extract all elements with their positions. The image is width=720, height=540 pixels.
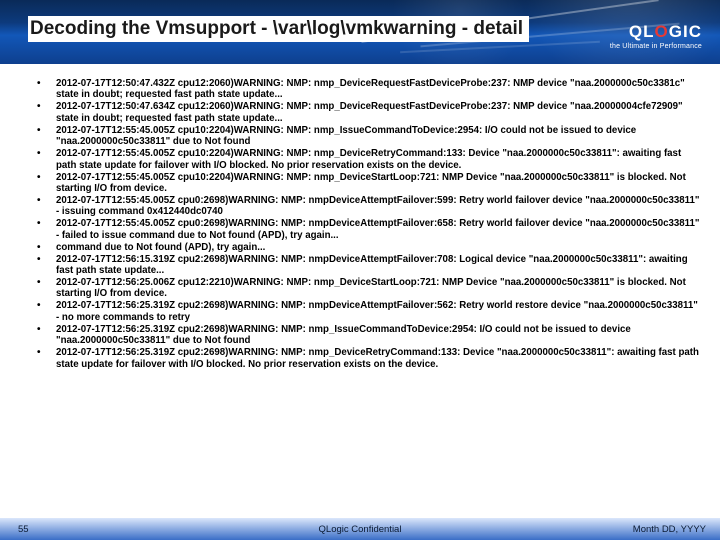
log-entry: 2012-07-17T12:56:25.006Z cpu12:2210)WARN… (30, 277, 702, 300)
log-entry: 2012-07-17T12:55:45.005Z cpu0:2698)WARNI… (30, 218, 702, 241)
log-entry: 2012-07-17T12:55:45.005Z cpu0:2698)WARNI… (30, 195, 702, 218)
logo-text-o: O (655, 22, 669, 41)
title-bar: Decoding the Vmsupport - \var\log\vmkwar… (0, 10, 720, 54)
log-list: 2012-07-17T12:50:47.432Z cpu12:2060)WARN… (30, 78, 702, 370)
log-entry: 2012-07-17T12:56:25.319Z cpu2:2698)WARNI… (30, 324, 702, 347)
log-entry: 2012-07-17T12:56:15.319Z cpu2:2698)WARNI… (30, 254, 702, 277)
log-entry: 2012-07-17T12:55:45.005Z cpu10:2204)WARN… (30, 172, 702, 195)
page-number: 55 (18, 524, 29, 535)
brand-logo: QLOGIC the Ultimate in Performance (610, 22, 702, 50)
logo-text-post: GIC (669, 22, 702, 41)
log-content: 2012-07-17T12:50:47.432Z cpu12:2060)WARN… (30, 78, 702, 506)
logo-text-pre: QL (629, 22, 655, 41)
log-entry: 2012-07-17T12:55:45.005Z cpu10:2204)WARN… (30, 125, 702, 148)
log-entry: 2012-07-17T12:50:47.432Z cpu12:2060)WARN… (30, 78, 702, 101)
page-title: Decoding the Vmsupport - \var\log\vmkwar… (28, 16, 529, 42)
log-entry: 2012-07-17T12:56:25.319Z cpu2:2698)WARNI… (30, 347, 702, 370)
log-entry: 2012-07-17T12:55:45.005Z cpu10:2204)WARN… (30, 148, 702, 171)
footer-bar: 55 QLogic Confidential Month DD, YYYY (0, 518, 720, 540)
log-entry: 2012-07-17T12:50:47.634Z cpu12:2060)WARN… (30, 101, 702, 124)
log-entry: 2012-07-17T12:56:25.319Z cpu2:2698)WARNI… (30, 300, 702, 323)
logo-tagline: the Ultimate in Performance (610, 43, 702, 50)
date-placeholder: Month DD, YYYY (633, 524, 706, 535)
log-entry: command due to Not found (APD), try agai… (30, 242, 702, 253)
confidential-label: QLogic Confidential (319, 524, 402, 535)
